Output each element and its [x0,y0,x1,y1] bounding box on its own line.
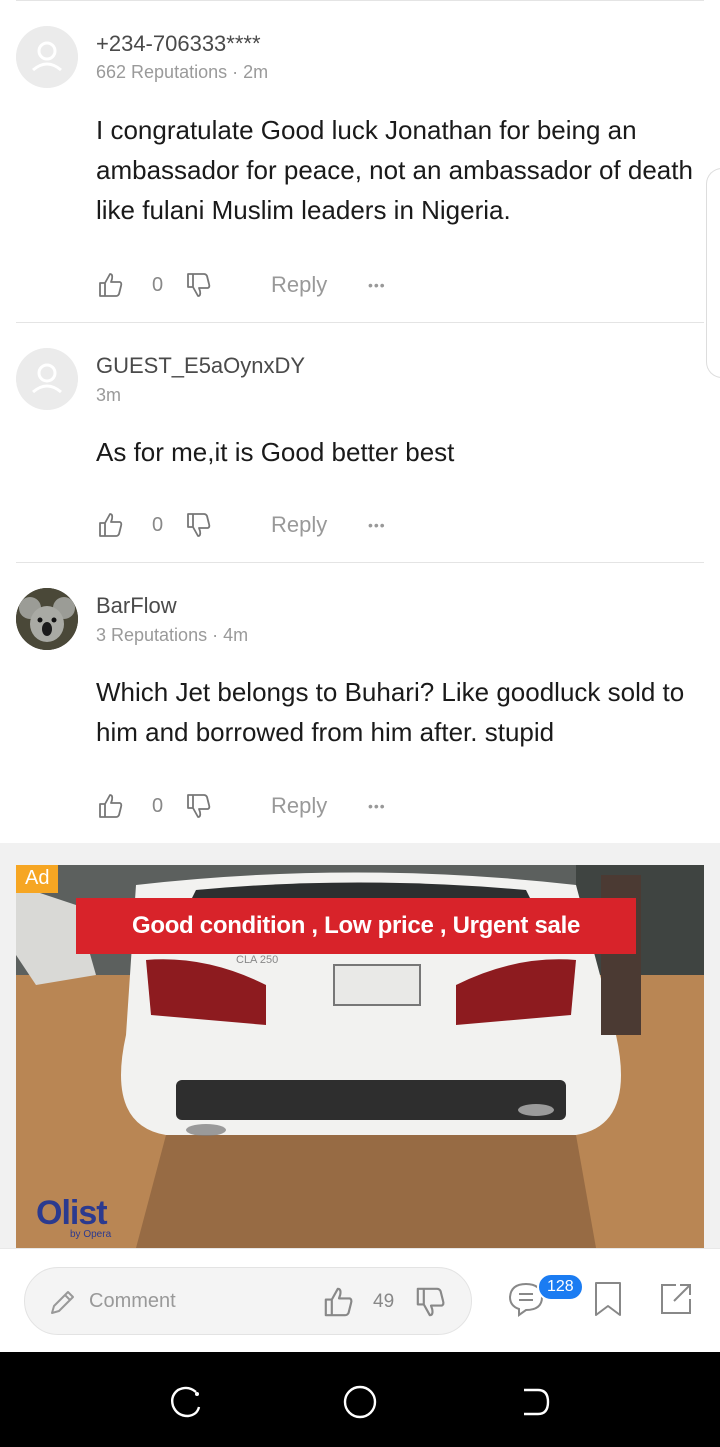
like-count: 0 [152,273,164,296]
back-icon[interactable] [514,1382,554,1422]
comment-placeholder: Comment [89,1290,176,1312]
more-options-button[interactable]: ••• [368,789,386,823]
reply-button[interactable]: Reply [271,268,327,302]
divider [16,562,704,563]
comment-meta: 3 Reputations · 4m [96,625,249,645]
comment-actions: 0 Reply ••• [96,508,416,542]
thumbs-up-icon[interactable] [96,268,126,302]
comment-meta: 662 Reputations · 2m [96,62,269,82]
reply-button[interactable]: Reply [271,508,327,542]
comment-username[interactable]: BarFlow [96,593,177,619]
pencil-icon [51,1291,74,1314]
comment-username[interactable]: GUEST_E5aOynxDY [96,353,305,379]
thumbs-down-icon[interactable] [184,268,214,302]
model-badge: CLA 250 [236,954,278,966]
comment-text: As for me,it is Good better best [96,437,455,467]
thumbs-down-icon[interactable] [413,1284,449,1320]
logo-text: Olist [36,1194,108,1232]
divider [16,0,704,1]
thumbs-up-icon[interactable] [96,508,126,542]
recent-apps-icon[interactable] [166,1382,206,1422]
thumbs-up-icon[interactable] [96,789,126,823]
system-navigation-bar [0,1352,720,1447]
more-options-button[interactable]: ••• [368,268,386,302]
comment-input[interactable]: Comment 49 [24,1267,472,1335]
ad-badge: Ad [16,865,59,893]
like-count: 49 [373,1291,395,1312]
comment-meta: 3m [96,385,122,405]
bottom-action-bar: Comment 49 128 [0,1248,720,1352]
thumbs-down-icon[interactable] [184,508,214,542]
home-icon[interactable] [340,1382,380,1422]
thumbs-up-icon[interactable] [321,1284,357,1320]
bookmark-icon[interactable] [588,1279,628,1319]
ad-image[interactable]: CLA 250 Ad Good condition , Low price , … [16,865,704,1248]
comment-actions: 0 Reply ••• [96,789,416,823]
like-count: 0 [152,513,164,536]
divider [16,322,704,323]
ad-container: CLA 250 Ad Good condition , Low price , … [0,843,720,1248]
like-count: 0 [152,794,164,817]
comment-text: I congratulate Good luck Jonathan for be… [96,115,693,225]
default-avatar-icon[interactable] [16,348,78,410]
comment-actions: 0 Reply ••• [96,268,416,302]
olist-logo: Olist by Opera [36,1194,111,1240]
comment-username[interactable]: +234-706333**** [96,31,261,57]
logo-subtext: by Opera [70,1229,112,1240]
scroll-indicator[interactable] [706,168,720,378]
default-avatar-icon[interactable] [16,26,78,88]
thumbs-down-icon[interactable] [184,789,214,823]
comment-feed[interactable]: +234-706333**** 662 Reputations · 2m I c… [0,0,720,1248]
ad-banner-text: Good condition , Low price , Urgent sale [76,898,636,954]
comment-text: Which Jet belongs to Buhari? Like goodlu… [96,677,685,747]
reply-button[interactable]: Reply [271,789,327,823]
share-icon[interactable] [656,1279,696,1319]
comments-count-badge: 128 [537,1273,584,1301]
more-options-button[interactable]: ••• [368,508,386,542]
koala-avatar-photo[interactable] [16,588,78,650]
